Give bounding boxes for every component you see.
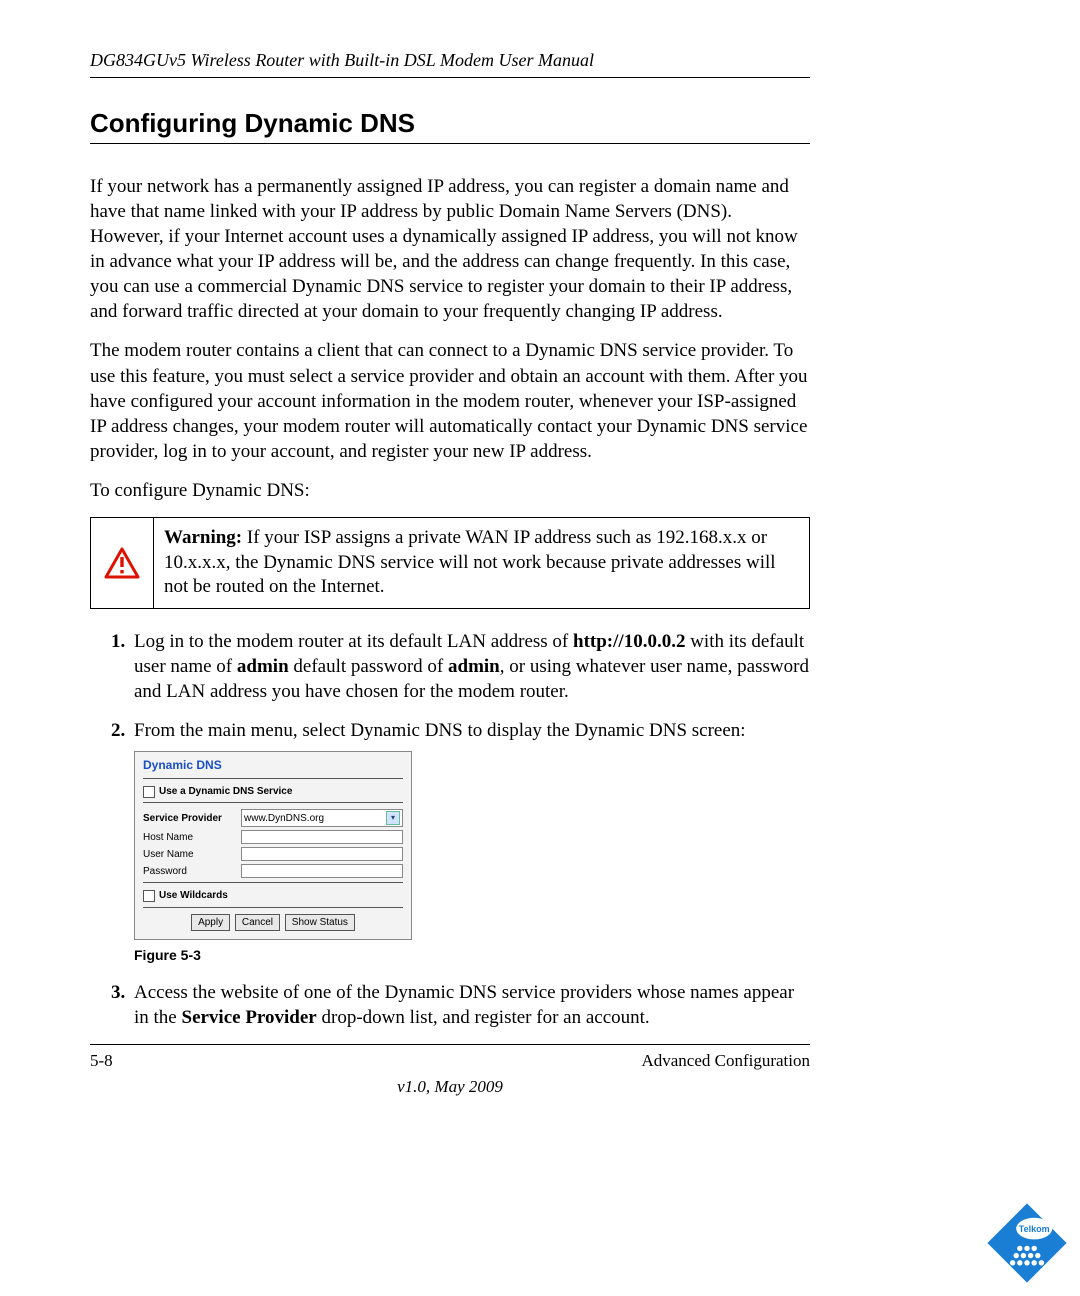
running-header: DG834GUv5 Wireless Router with Built-in … xyxy=(90,50,810,78)
footer-section: Advanced Configuration xyxy=(641,1051,810,1071)
step-3: Access the website of one of the Dynamic… xyxy=(130,980,810,1030)
step-3-text-b: drop-down list, and register for an acco… xyxy=(317,1007,650,1028)
step-2-text: From the main menu, select Dynamic DNS t… xyxy=(134,720,746,741)
intro-paragraph-1: If your network has a permanently assign… xyxy=(90,174,810,324)
telkom-logo-text: Telkom xyxy=(1019,1224,1050,1234)
warning-text: Warning: If your ISP assigns a private W… xyxy=(154,518,809,608)
host-name-label: Host Name xyxy=(143,831,241,844)
intro-paragraph-2: The modem router contains a client that … xyxy=(90,338,810,463)
service-provider-select[interactable]: www.DynDNS.org ▾ xyxy=(241,809,403,827)
steps-list: Log in to the modem router at its defaul… xyxy=(90,629,810,1030)
chevron-down-icon: ▾ xyxy=(386,811,400,825)
user-name-input[interactable] xyxy=(241,847,403,861)
password-label: Password xyxy=(143,865,241,878)
telkom-logo: Telkom xyxy=(982,1198,1072,1288)
figure-caption: Figure 5-3 xyxy=(134,946,810,964)
password-input[interactable] xyxy=(241,864,403,878)
warning-body: If your ISP assigns a private WAN IP add… xyxy=(164,527,776,597)
user-name-label: User Name xyxy=(143,848,241,861)
dynamic-dns-screenshot: Dynamic DNS Use a Dynamic DNS Service Se… xyxy=(134,751,412,939)
intro-paragraph-3: To configure Dynamic DNS: xyxy=(90,478,810,503)
use-wildcards-label: Use Wildcards xyxy=(159,889,228,902)
step-1: Log in to the modem router at its defaul… xyxy=(130,629,810,704)
warning-label: Warning: xyxy=(164,527,242,548)
host-name-input[interactable] xyxy=(241,830,403,844)
service-provider-label: Service Provider xyxy=(143,812,241,825)
step-3-bold: Service Provider xyxy=(182,1007,317,1028)
warning-icon-cell xyxy=(91,518,154,608)
use-dns-checkbox[interactable] xyxy=(143,786,155,798)
step-1-text-a: Log in to the modem router at its defaul… xyxy=(134,631,573,652)
use-dns-label: Use a Dynamic DNS Service xyxy=(159,785,292,798)
step-1-text-c: default password of xyxy=(289,656,448,677)
use-wildcards-checkbox[interactable] xyxy=(143,890,155,902)
page-number: 5-8 xyxy=(90,1051,113,1071)
service-provider-value: www.DynDNS.org xyxy=(244,812,324,825)
warning-box: Warning: If your ISP assigns a private W… xyxy=(90,517,810,609)
apply-button[interactable]: Apply xyxy=(191,914,230,931)
step-2: From the main menu, select Dynamic DNS t… xyxy=(130,718,810,964)
shot-title: Dynamic DNS xyxy=(143,758,403,774)
page-footer: 5-8 Advanced Configuration v1.0, May 200… xyxy=(90,1044,810,1097)
footer-version: v1.0, May 2009 xyxy=(90,1077,810,1097)
show-status-button[interactable]: Show Status xyxy=(285,914,355,931)
warning-icon xyxy=(104,547,140,579)
step-1-url: http://10.0.0.2 xyxy=(573,631,685,652)
cancel-button[interactable]: Cancel xyxy=(235,914,280,931)
page-title: Configuring Dynamic DNS xyxy=(90,108,810,144)
step-1-admin1: admin xyxy=(237,656,289,677)
step-1-admin2: admin xyxy=(448,656,500,677)
